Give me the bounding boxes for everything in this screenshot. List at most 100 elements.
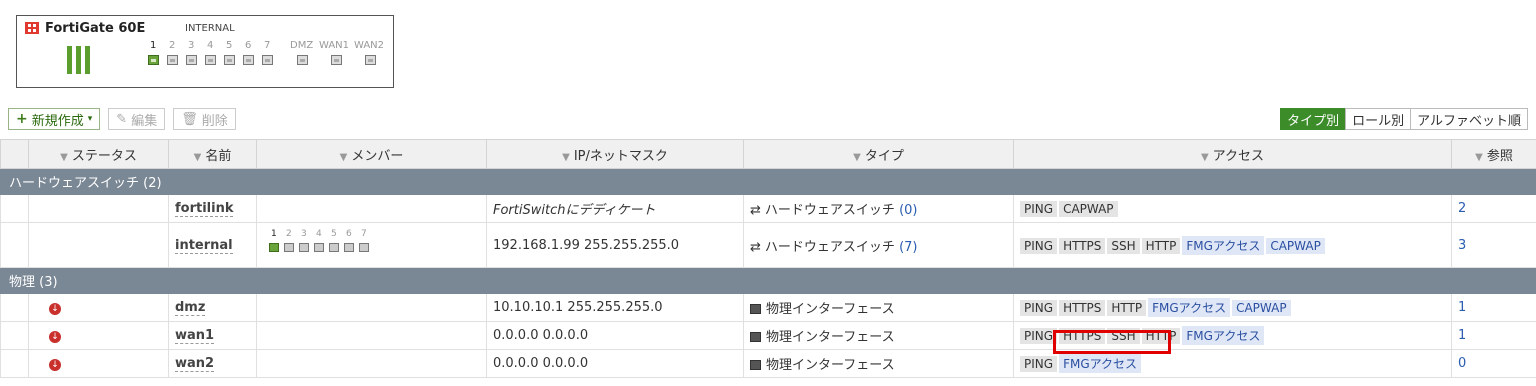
access-badge: HTTP	[1107, 300, 1147, 316]
port-group-label: INTERNAL	[185, 23, 235, 34]
ref-count[interactable]: 0	[1451, 349, 1536, 378]
filter-icon[interactable]: ▼	[562, 152, 570, 163]
filter-icon[interactable]: ▼	[853, 152, 861, 163]
ip-netmask: 0.0.0.0 0.0.0.0	[486, 349, 744, 378]
view-by-type-button[interactable]: タイプ別	[1280, 108, 1347, 130]
ref-count[interactable]: 1	[1451, 321, 1536, 350]
ip-netmask: 0.0.0.0 0.0.0.0	[486, 321, 744, 350]
access-badge: PING	[1020, 237, 1058, 254]
column-header-ref[interactable]: ▼ 参照	[1451, 139, 1536, 169]
port-icon[interactable]	[331, 55, 342, 65]
member-ports: 1 2 3 4 5 6 7	[263, 229, 480, 261]
pencil-icon: ✎	[116, 111, 128, 127]
port-icon[interactable]	[365, 55, 376, 65]
create-new-button[interactable]: + 新規作成 ▾	[8, 108, 101, 130]
group-row-hardware-switch[interactable]: ハードウェアスイッチ (2)	[0, 168, 1536, 195]
port-label: 7	[264, 40, 271, 51]
interface-name[interactable]: wan1	[175, 328, 215, 344]
table-row[interactable]: ↓ wan2 0.0.0.0 0.0.0.0 物理インターフェース PING FM…	[0, 349, 1536, 378]
filter-icon[interactable]: ▼	[194, 152, 202, 163]
physical-interface-icon	[750, 332, 761, 342]
port-icon[interactable]	[148, 55, 159, 65]
view-alphabetical-button[interactable]: アルファベット順	[1410, 108, 1528, 130]
interface-table: ▼ ステータス ▼ 名前 ▼ メンバー ▼ IP/ネットマスク ▼ タイプ ▼ アクセス ▼…	[0, 139, 1536, 378]
access-badge: SSH	[1107, 237, 1140, 254]
status-down-icon: ↓	[49, 331, 61, 343]
device-name: FortiGate 60E	[45, 21, 146, 36]
table-row[interactable]: ↓ dmz 10.10.10.1 255.255.255.0 物理インターフェー…	[0, 293, 1536, 322]
switch-icon: ⇄	[750, 239, 761, 255]
interface-name[interactable]: wan2	[175, 356, 215, 372]
port-label: WAN1	[319, 40, 350, 51]
edit-button[interactable]: ✎ 編集	[108, 108, 166, 130]
access-badge: FMGアクセス	[1059, 354, 1142, 373]
ip-netmask: 192.168.1.99 255.255.255.0	[486, 222, 744, 268]
access-badge: HTTP	[1141, 328, 1181, 344]
checkbox-column-header[interactable]	[0, 139, 29, 169]
table-row[interactable]: fortilink FortiSwitchにデディケート ⇄ ハードウェアスイッチ…	[0, 194, 1536, 223]
access-badge: FMGアクセス	[1182, 326, 1265, 345]
plus-icon: +	[16, 111, 28, 127]
switch-icon: ⇄	[750, 203, 761, 218]
column-header-status[interactable]: ▼ ステータス	[28, 139, 169, 169]
ref-count[interactable]: 3	[1451, 222, 1536, 268]
port-label: DMZ	[290, 40, 314, 51]
access-badge: CAPWAP	[1266, 237, 1325, 254]
status-down-icon: ↓	[49, 359, 61, 371]
device-panel: FortiGate 60E INTERNAL 1 2 3 4 5 6 7 DMZ…	[16, 15, 394, 88]
access-badge: HTTPS	[1059, 237, 1106, 254]
physical-interface-icon	[750, 360, 761, 370]
column-header-ip[interactable]: ▼ IP/ネットマスク	[486, 139, 744, 169]
power-indicator-icon	[67, 46, 90, 74]
group-row-physical[interactable]: 物理 (3)	[0, 267, 1536, 294]
port-icon[interactable]	[186, 55, 197, 65]
port-icon	[269, 243, 279, 252]
port-label: 6	[245, 40, 252, 51]
ref-count[interactable]: 2	[1451, 194, 1536, 223]
view-by-role-button[interactable]: ロール別	[1345, 108, 1412, 130]
column-header-type[interactable]: ▼ タイプ	[743, 139, 1014, 169]
access-badge: FMGアクセス	[1182, 235, 1265, 255]
ip-netmask: 10.10.10.1 255.255.255.0	[486, 293, 744, 322]
port-icon[interactable]	[243, 55, 254, 65]
chevron-down-icon: ▾	[87, 114, 93, 124]
port-icon[interactable]	[205, 55, 216, 65]
access-badge: PING	[1020, 356, 1058, 372]
interface-name[interactable]: fortilink	[175, 201, 234, 217]
filter-icon[interactable]: ▼	[1475, 152, 1483, 163]
port-icon[interactable]	[297, 55, 308, 65]
access-badge: HTTP	[1141, 237, 1181, 254]
port-label: 1	[150, 40, 157, 51]
status-down-icon: ↓	[49, 303, 61, 315]
delete-button[interactable]: 🗑 削除	[173, 108, 236, 130]
access-badge: PING	[1020, 300, 1058, 316]
filter-icon[interactable]: ▼	[340, 152, 348, 163]
interface-name[interactable]: internal	[175, 237, 233, 254]
access-badge: HTTPS	[1059, 328, 1106, 344]
port-label: 3	[188, 40, 195, 51]
ref-count[interactable]: 1	[1451, 293, 1536, 322]
filter-icon[interactable]: ▼	[1201, 152, 1209, 163]
table-row[interactable]: internal 1 2 3 4 5 6 7 192.168.1.99 255.…	[0, 222, 1536, 268]
table-row[interactable]: ↓ wan1 0.0.0.0 0.0.0.0 物理インターフェース PING HT…	[0, 321, 1536, 350]
column-header-name[interactable]: ▼ 名前	[168, 139, 257, 169]
trash-icon: 🗑	[181, 111, 198, 127]
port-icon	[329, 243, 339, 252]
port-icon	[299, 243, 309, 252]
delete-label: 削除	[201, 113, 228, 129]
create-new-label: 新規作成	[31, 113, 84, 129]
port-icon[interactable]	[224, 55, 235, 65]
column-header-members[interactable]: ▼ メンバー	[256, 139, 487, 169]
port-icon[interactable]	[167, 55, 178, 65]
port-icon	[359, 243, 369, 252]
fortinet-logo-icon	[25, 22, 39, 34]
filter-icon[interactable]: ▼	[60, 152, 68, 163]
access-badge: PING	[1020, 328, 1058, 344]
interface-name[interactable]: dmz	[175, 300, 206, 316]
port-label: 5	[226, 40, 233, 51]
port-icon	[284, 243, 294, 252]
view-toggle: タイプ別 ロール別 アルファベット順	[1280, 108, 1528, 130]
port-icon[interactable]	[262, 55, 273, 65]
column-header-access[interactable]: ▼ アクセス	[1013, 139, 1452, 169]
access-badge: PING	[1020, 200, 1058, 217]
